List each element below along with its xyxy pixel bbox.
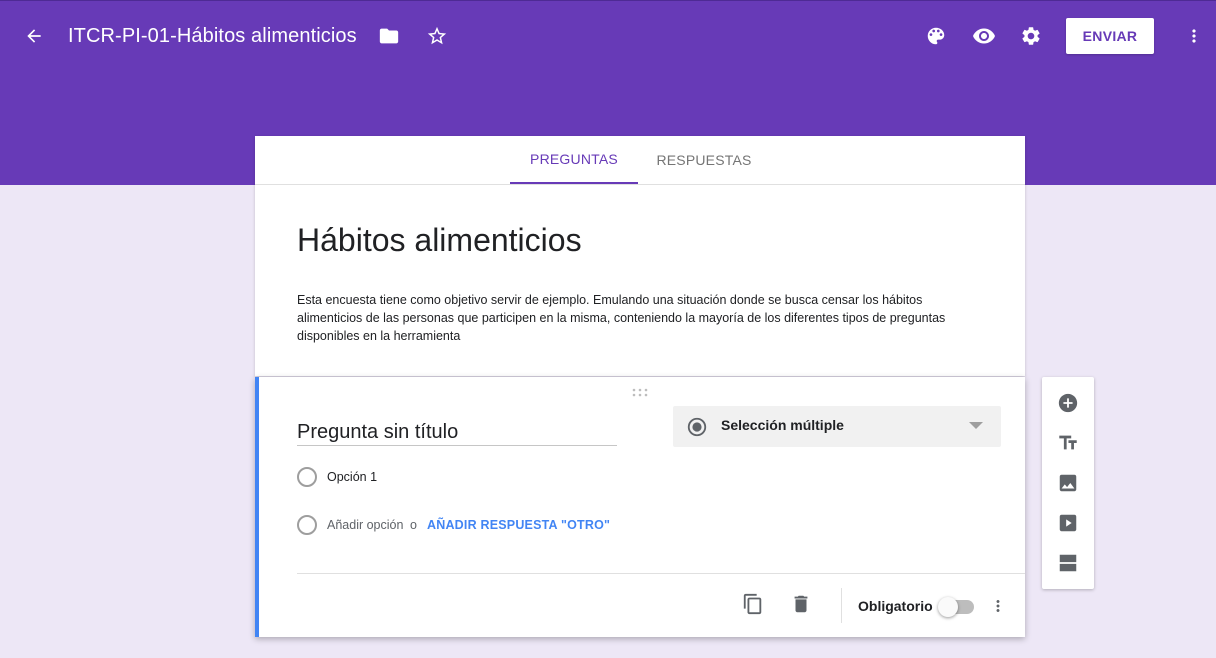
required-label: Obligatorio bbox=[858, 598, 933, 614]
side-toolbar bbox=[1042, 377, 1094, 589]
add-question-icon[interactable] bbox=[1052, 387, 1084, 419]
question-footer-divider bbox=[297, 573, 1025, 574]
question-more-vert-icon[interactable] bbox=[982, 590, 1014, 622]
settings-gear-icon[interactable] bbox=[1015, 20, 1047, 52]
preview-eye-icon[interactable] bbox=[968, 20, 1000, 52]
or-text: o bbox=[410, 518, 417, 532]
form-description[interactable]: Esta encuesta tiene como objetivo servir… bbox=[297, 291, 977, 345]
question-type-label: Selección múltiple bbox=[721, 417, 844, 433]
tab-responses[interactable]: RESPUESTAS bbox=[638, 136, 770, 184]
delete-trash-icon[interactable] bbox=[785, 588, 817, 620]
form-title[interactable]: Hábitos alimenticios bbox=[297, 220, 582, 260]
required-toggle[interactable] bbox=[938, 597, 976, 617]
dropdown-arrow-icon bbox=[969, 422, 983, 429]
radio-checked-icon bbox=[687, 417, 707, 437]
add-option-link[interactable]: Añadir opción bbox=[327, 518, 403, 532]
toggle-thumb bbox=[938, 597, 958, 617]
tab-questions[interactable]: PREGUNTAS bbox=[510, 136, 638, 184]
footer-vertical-divider bbox=[841, 588, 842, 623]
question-card[interactable]: Pregunta sin título Selección múltiple O… bbox=[255, 377, 1025, 637]
question-type-select[interactable]: Selección múltiple bbox=[673, 406, 1001, 447]
send-button[interactable]: ENVIAR bbox=[1066, 18, 1154, 54]
add-other-answer-link[interactable]: AÑADIR RESPUESTA "OTRO" bbox=[427, 518, 610, 532]
palette-icon[interactable] bbox=[920, 20, 952, 52]
more-vert-icon[interactable] bbox=[1178, 20, 1210, 52]
folder-icon[interactable] bbox=[373, 20, 405, 52]
add-title-text-icon[interactable] bbox=[1052, 427, 1084, 459]
option-radio bbox=[297, 467, 317, 487]
add-image-icon[interactable] bbox=[1052, 467, 1084, 499]
add-option-radio bbox=[297, 515, 317, 535]
question-title-input[interactable]: Pregunta sin título bbox=[297, 421, 617, 446]
add-video-icon[interactable] bbox=[1052, 507, 1084, 539]
add-section-icon[interactable] bbox=[1052, 547, 1084, 579]
tab-bar: PREGUNTAS RESPUESTAS bbox=[255, 136, 1025, 185]
duplicate-icon[interactable] bbox=[737, 588, 769, 620]
active-question-accent bbox=[255, 377, 259, 637]
form-header-card: PREGUNTAS RESPUESTAS Hábitos alimenticio… bbox=[255, 136, 1025, 376]
back-arrow-icon[interactable] bbox=[18, 20, 50, 52]
drag-handle-icon[interactable] bbox=[632, 385, 648, 397]
star-outline-icon[interactable] bbox=[421, 20, 453, 52]
form-file-title[interactable]: ITCR-PI-01-Hábitos alimenticios bbox=[68, 23, 357, 49]
option-1-input[interactable]: Opción 1 bbox=[327, 470, 377, 484]
